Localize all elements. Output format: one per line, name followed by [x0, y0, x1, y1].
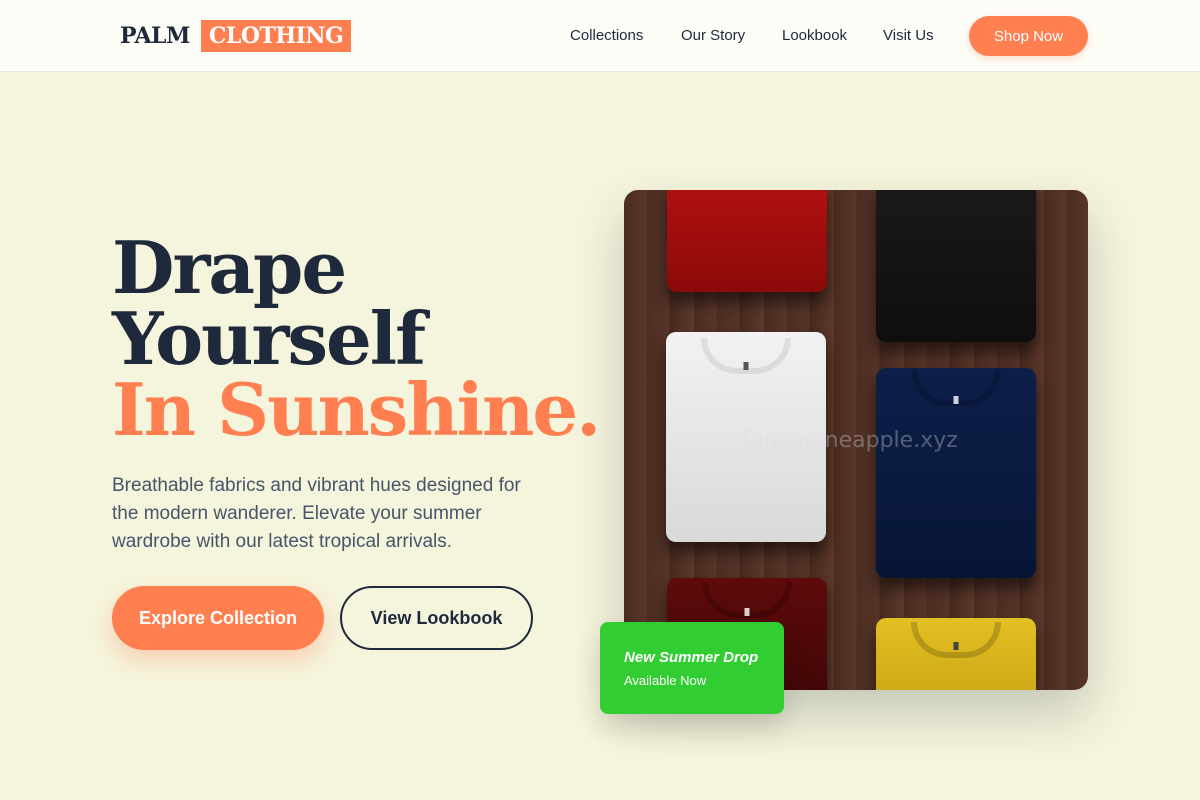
nav-link-lookbook[interactable]: Lookbook [782, 27, 847, 44]
shirt-red [667, 190, 827, 292]
shop-now-button[interactable]: Shop Now [969, 16, 1088, 56]
headline-line-1: Drape [112, 225, 347, 310]
view-lookbook-button[interactable]: View Lookbook [340, 586, 533, 650]
shirt-navy [876, 368, 1036, 578]
nav-link-our-story[interactable]: Our Story [681, 27, 745, 44]
headline-line-2: Yourself [112, 296, 426, 381]
logo-primary-text: PALM [120, 22, 190, 49]
hero-headline: Drape Yourself In Sunshine. [112, 225, 601, 452]
hero-description: Breathable fabrics and vibrant hues desi… [112, 475, 521, 552]
shirt-white [666, 332, 826, 542]
site-header: PALM CLOTHING Collections Our Story Look… [0, 0, 1200, 72]
new-drop-badge: New Summer Drop Available Now [600, 622, 784, 714]
logo-secondary-text: CLOTHING [200, 19, 352, 52]
nav-link-collections[interactable]: Collections [570, 27, 643, 44]
badge-title: New Summer Drop [624, 649, 759, 666]
shirt-black [876, 190, 1036, 342]
explore-collection-button[interactable]: Explore Collection [112, 586, 324, 650]
badge-subtitle: Available Now [624, 673, 707, 688]
hero-image-folded-shirts: funnypineapple.xyz [624, 190, 1088, 690]
nav-link-visit-us[interactable]: Visit Us [883, 27, 934, 44]
shirt-yellow [876, 618, 1036, 690]
headline-accent: In Sunshine. [112, 367, 601, 452]
logo[interactable]: PALM CLOTHING [120, 19, 352, 52]
